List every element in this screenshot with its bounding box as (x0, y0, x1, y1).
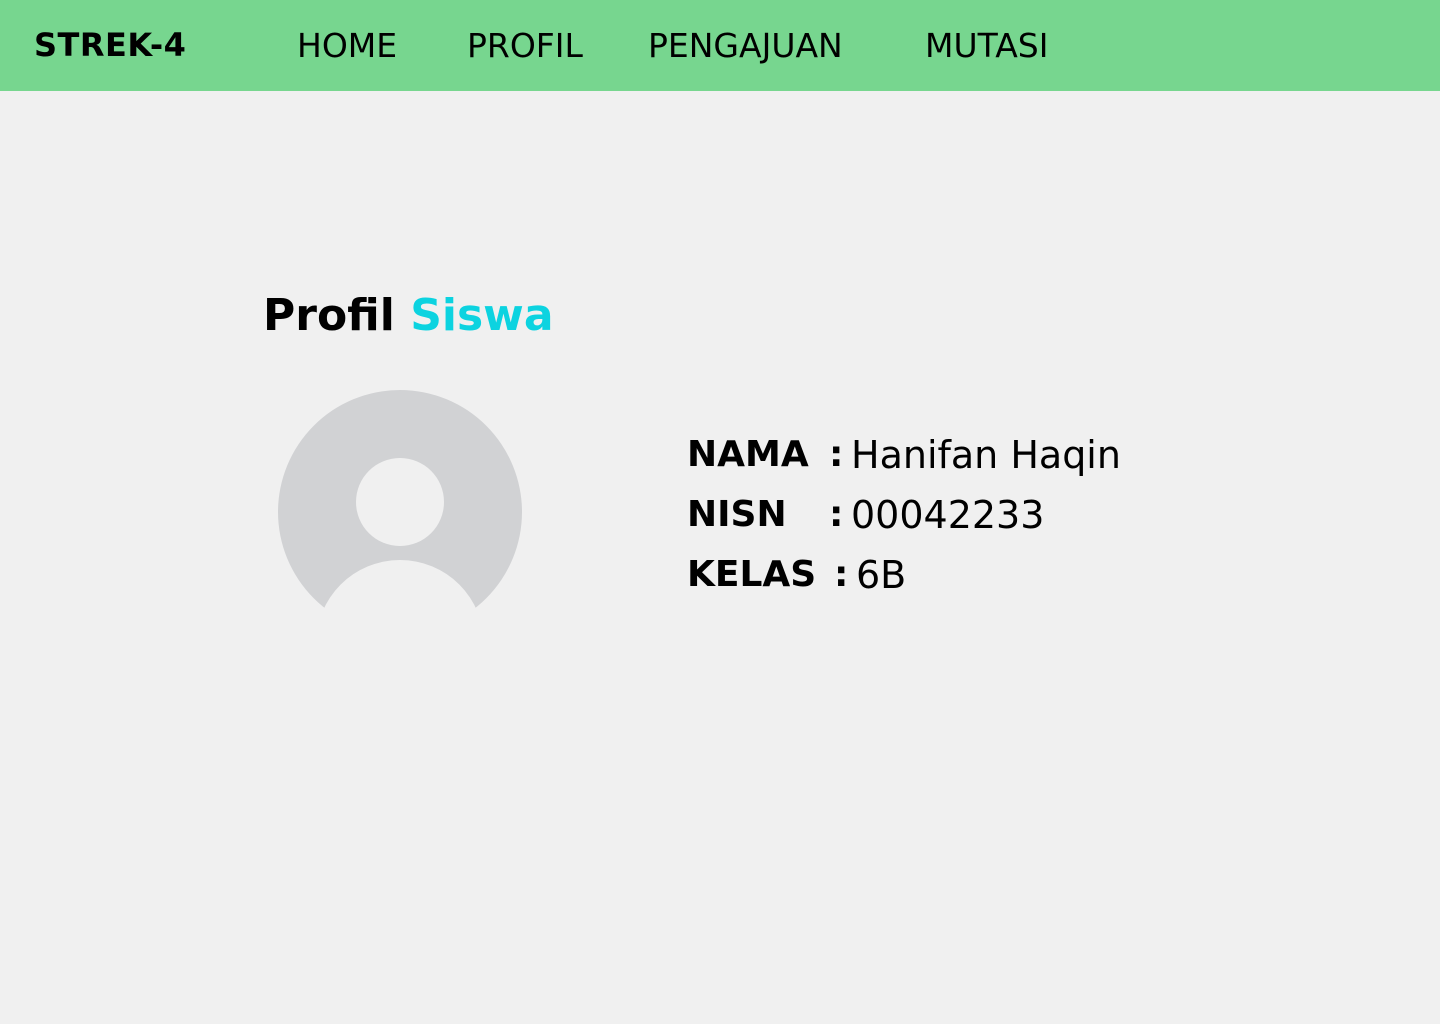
page-title: Profil Siswa (263, 286, 554, 346)
profile-separator: : (834, 554, 849, 595)
profile-value-nama: Hanifan Haqin (851, 433, 1121, 477)
page-title-accent: Siswa (410, 290, 554, 341)
nav-link-profil[interactable]: PROFIL (467, 0, 583, 91)
nav-link-mutasi[interactable]: MUTASI (925, 0, 1048, 91)
profile-separator: : (829, 434, 844, 475)
top-navbar: STREK-4 HOME PROFIL PENGAJUAN MUTASI (0, 0, 1440, 91)
nav-link-home[interactable]: HOME (297, 0, 397, 91)
page-title-main: Profil (263, 290, 395, 341)
profile-label-nama: NAMA (687, 434, 809, 475)
avatar (278, 390, 522, 634)
profile-separator: : (829, 494, 844, 535)
user-placeholder-icon (278, 390, 522, 614)
nav-link-pengajuan[interactable]: PENGAJUAN (648, 0, 843, 91)
profile-label-kelas: KELAS (687, 554, 817, 595)
profile-value-kelas: 6B (856, 553, 907, 597)
brand-logo[interactable]: STREK-4 (34, 0, 186, 91)
profile-value-nisn: 00042233 (851, 493, 1045, 537)
profile-label-nisn: NISN (687, 494, 787, 535)
